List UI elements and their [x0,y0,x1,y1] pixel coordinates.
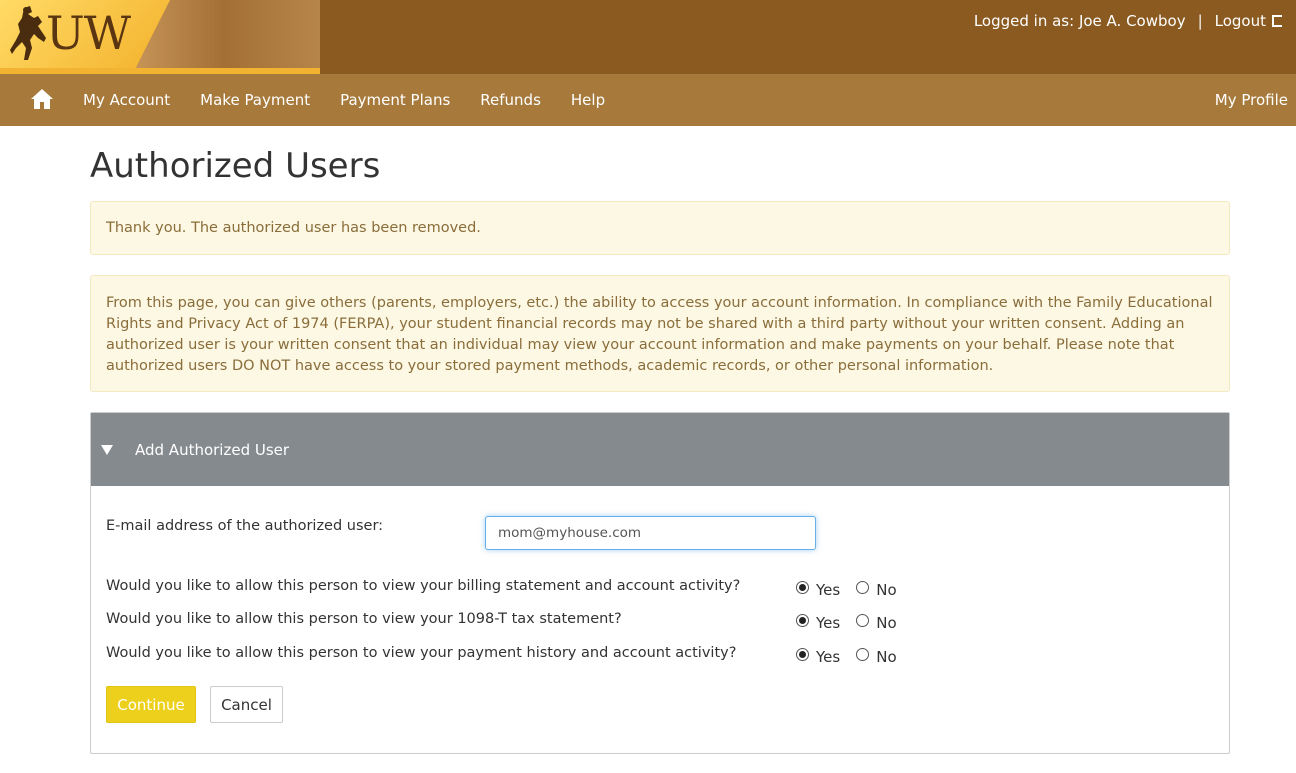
cancel-button[interactable]: Cancel [210,686,283,723]
question-row-billing: Would you like to allow this person to v… [106,578,1206,602]
page-title: Authorized Users [90,146,381,186]
continue-button[interactable]: Continue [106,686,196,723]
user-area: Logged in as: Joe A. Cowboy | Logout [974,12,1282,30]
caret-down-icon [101,444,113,455]
success-alert: Thank you. The authorized user has been … [90,201,1230,255]
radio-no-1098t[interactable] [856,613,870,627]
ferpa-message: From this page, you can give others (par… [106,295,1213,374]
radio-yes-1098t[interactable] [796,613,809,627]
radio-no-label: No [876,614,897,632]
bucking-horse-icon [10,6,46,60]
top-header: UW Logged in as: Joe A. Cowboy | Logout [0,0,1296,74]
panel-title: Add Authorized User [135,440,290,459]
nav-item-my-account[interactable]: My Account [68,91,185,109]
question-text: Would you like to allow this person to v… [106,611,622,627]
nav-item-my-profile[interactable]: My Profile [1215,74,1288,126]
add-authorized-user-panel: Add Authorized User E-mail address of th… [90,412,1230,754]
nav-items: My Account Make Payment Payment Plans Re… [68,74,620,126]
logout-link[interactable]: Logout [1215,12,1282,30]
home-icon[interactable] [30,88,54,110]
radio-yes-billing[interactable] [796,580,809,594]
question-text: Would you like to allow this person to v… [106,645,737,661]
logo-text: UW [46,6,131,60]
radio-group-payment-history: Yes No [796,645,913,666]
radio-group-1098t: Yes No [796,611,913,632]
radio-no-label: No [876,648,897,666]
logout-icon [1272,15,1282,27]
ferpa-info-alert: From this page, you can give others (par… [90,275,1230,392]
radio-group-billing: Yes No [796,578,913,599]
question-text: Would you like to allow this person to v… [106,578,741,594]
radio-yes-payment-history[interactable] [796,647,809,661]
email-label: E-mail address of the authorized user: [106,518,384,534]
nav-item-refunds[interactable]: Refunds [465,91,556,109]
radio-no-payment-history[interactable] [856,647,870,661]
removed-message: Thank you. The authorized user has been … [106,219,481,236]
main-nav: My Account Make Payment Payment Plans Re… [0,74,1296,126]
logout-label: Logout [1214,12,1266,30]
nav-item-help[interactable]: Help [556,91,620,109]
radio-no-label: No [876,581,897,599]
nav-item-payment-plans[interactable]: Payment Plans [325,91,465,109]
radio-yes-label: Yes [816,614,841,632]
logged-in-label: Logged in as: Joe A. Cowboy [973,12,1186,30]
nav-item-make-payment[interactable]: Make Payment [185,91,325,109]
panel-header[interactable]: Add Authorized User [91,413,1229,486]
email-input[interactable] [485,516,816,550]
header-separator: | [1197,12,1203,30]
radio-yes-label: Yes [816,581,841,599]
question-row-1098t: Would you like to allow this person to v… [106,611,1206,635]
radio-no-billing[interactable] [856,580,870,594]
question-row-payment-history: Would you like to allow this person to v… [106,645,1206,669]
radio-yes-label: Yes [816,648,841,666]
